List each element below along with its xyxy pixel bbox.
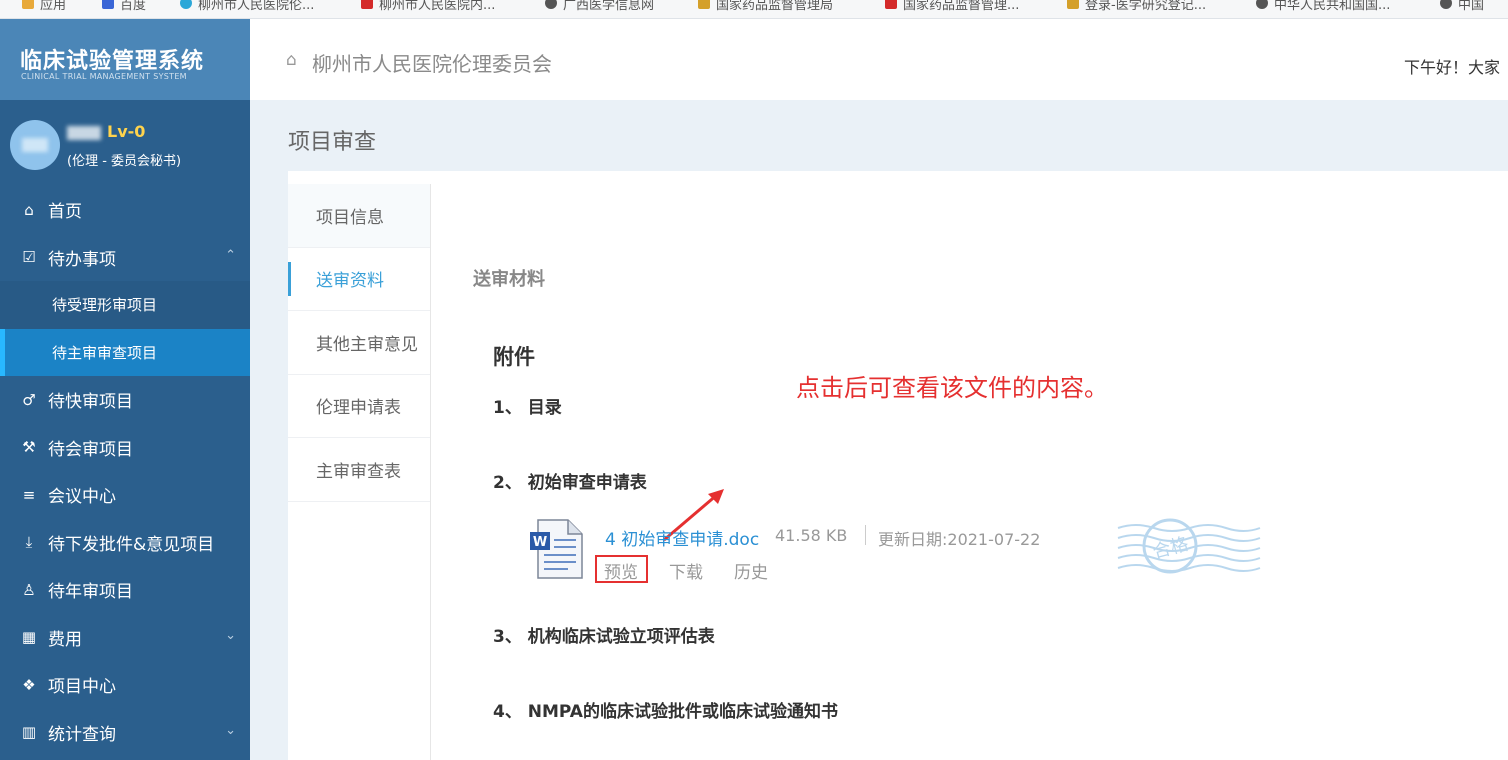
chevron-down-icon: ⌄ <box>225 627 236 643</box>
globe-icon <box>180 0 192 9</box>
attachment-item: 1、 目录 <box>493 398 562 418</box>
calendar-icon: ▦ <box>21 628 37 647</box>
logo-subtitle: CLINICAL TRIAL MANAGEMENT SYSTEM <box>21 72 187 81</box>
male-icon: ♂ <box>22 390 36 409</box>
sidebar-menu: ⌂ 首页 ☑ 待办事项 ⌃ 待受理形审项目 待主审审查项目 ♂ 待快审项目 ⚒ 待会审项目… <box>0 186 250 756</box>
file-updated-date: 更新日期:2021-07-22 <box>878 530 1041 549</box>
tab-main-review-form[interactable]: 主审审查表 <box>288 438 430 502</box>
sidebar-item-pending-formal-review[interactable]: 待受理形审项目 <box>0 281 250 329</box>
bookmark-nmpa2[interactable]: 国家药品监督管理... <box>885 0 1019 13</box>
home-icon: ⌂ <box>286 50 297 70</box>
divider <box>865 525 866 545</box>
attachments-title: 附件 <box>493 345 535 369</box>
sidebar-item-project-center[interactable]: ❖ 项目中心 <box>0 661 250 709</box>
globe-icon <box>545 0 557 9</box>
sidebar: 临床试验管理系统 CLINICAL TRIAL MANAGEMENT SYSTE… <box>0 19 250 760</box>
bookmark-gxmed[interactable]: 广西医学信息网 <box>545 0 654 13</box>
svg-text:W: W <box>533 535 547 550</box>
approved-stamp-icon: 合格 <box>1117 518 1261 574</box>
list-icon: ≡ <box>22 485 36 504</box>
history-button[interactable]: 历史 <box>734 558 768 583</box>
preview-highlight-box <box>595 555 648 583</box>
globe-icon <box>1440 0 1452 9</box>
apps-icon <box>22 0 34 9</box>
emblem-icon <box>885 0 897 9</box>
bookmark-nmpa[interactable]: 国家药品监督管理局 <box>698 0 833 13</box>
bookmark-prc[interactable]: 中华人民共和国国... <box>1256 0 1390 13</box>
bar-chart-icon: ▥ <box>21 723 37 742</box>
sidebar-item-issue-approval[interactable]: ⤓ 待下发批件&意见项目 <box>0 519 250 567</box>
bookmark-china[interactable]: 中国 <box>1440 0 1484 13</box>
bookmark-apps[interactable]: 应用 <box>22 0 66 13</box>
chevron-down-icon: ⌄ <box>225 722 236 738</box>
tab-ethics-application[interactable]: 伦理申请表 <box>288 375 430 438</box>
page-title: 项目审查 <box>288 130 377 155</box>
sidebar-item-home[interactable]: ⌂ 首页 <box>0 186 250 234</box>
attachment-item: 2、 初始审查申请表 <box>493 473 647 493</box>
chevron-up-icon: ⌃ <box>225 247 236 263</box>
gavel-icon: ⚒ <box>22 438 36 457</box>
word-doc-icon: W <box>530 519 583 579</box>
tab-submission-materials[interactable]: 送审资料 <box>288 248 430 311</box>
hospital-icon <box>361 0 373 9</box>
bookmark-register[interactable]: 登录-医学研究登记... <box>1067 0 1206 13</box>
bookmark-hospital[interactable]: 柳州市人民医院内... <box>361 0 495 13</box>
redacted-name <box>67 125 101 140</box>
sidebar-item-annual-review[interactable]: ♙ 待年审项目 <box>0 566 250 614</box>
calendar-check-icon: ☑ <box>22 248 36 267</box>
avatar[interactable] <box>10 120 60 170</box>
top-bar: ⌂ 柳州市人民医院伦理委员会 下午好！大家 <box>250 19 1508 100</box>
sidebar-item-fast-review[interactable]: ♂ 待快审项目 <box>0 376 250 424</box>
file-size: 41.58 KB <box>775 526 848 545</box>
logo[interactable]: 临床试验管理系统 CLINICAL TRIAL MANAGEMENT SYSTE… <box>0 19 250 100</box>
sidebar-item-todo[interactable]: ☑ 待办事项 ⌃ <box>0 234 250 282</box>
tab-other-opinions[interactable]: 其他主审意见 <box>288 311 430 375</box>
tab-list: 项目信息 送审资料 其他主审意见 伦理申请表 主审审查表 <box>288 184 431 760</box>
sidebar-item-meeting-review[interactable]: ⚒ 待会审项目 <box>0 424 250 472</box>
tab-project-info[interactable]: 项目信息 <box>288 184 430 248</box>
user-panel: Lv-0 (伦理 - 委员会秘书) <box>0 100 250 186</box>
logo-title: 临床试验管理系统 <box>20 49 205 74</box>
user-level: Lv-0 <box>107 122 146 141</box>
section-title: 送审材料 <box>473 269 545 290</box>
bookmark-baidu[interactable]: 百度 <box>102 0 146 13</box>
baidu-icon <box>102 0 114 9</box>
attachment-item: 3、 机构临床试验立项评估表 <box>493 627 715 647</box>
greeting-text: 下午好！大家 <box>1404 58 1501 77</box>
globe-icon <box>1256 0 1268 9</box>
bookmarks-bar: 应用 百度 柳州市人民医院伦... 柳州市人民医院内... 广西医学信息网 国家… <box>0 0 1508 19</box>
user-name: Lv-0 <box>67 122 145 141</box>
file-link[interactable]: 4 初始审查申请.doc <box>605 525 759 550</box>
emblem-icon <box>698 0 710 9</box>
annotation-note: 点击后可查看该文件的内容。 <box>796 374 1108 402</box>
download-button[interactable]: 下载 <box>669 558 703 583</box>
sidebar-item-statistics[interactable]: ▥ 统计查询 ⌄ <box>0 709 250 757</box>
cubes-icon: ❖ <box>22 675 36 694</box>
sidebar-item-fees[interactable]: ▦ 费用 ⌄ <box>0 614 250 662</box>
main-panel: 项目信息 送审资料 其他主审意见 伦理申请表 主审审查表 送审材料 附件 1、 … <box>288 171 1508 760</box>
person-icon: ♙ <box>22 580 36 599</box>
bookmark-ethics[interactable]: 柳州市人民医院伦... <box>180 0 314 13</box>
download-icon: ⤓ <box>25 533 33 552</box>
user-role: (伦理 - 委员会秘书) <box>67 154 182 169</box>
home-icon: ⌂ <box>24 200 34 219</box>
sidebar-item-pending-main-review[interactable]: 待主审审查项目 <box>0 328 250 376</box>
hospital-title: 柳州市人民医院伦理委员会 <box>312 52 552 76</box>
sidebar-item-meeting-center[interactable]: ≡ 会议中心 <box>0 471 250 519</box>
emblem-icon <box>1067 0 1079 9</box>
attachment-item: 4、 NMPA的临床试验批件或临床试验通知书 <box>493 702 838 722</box>
